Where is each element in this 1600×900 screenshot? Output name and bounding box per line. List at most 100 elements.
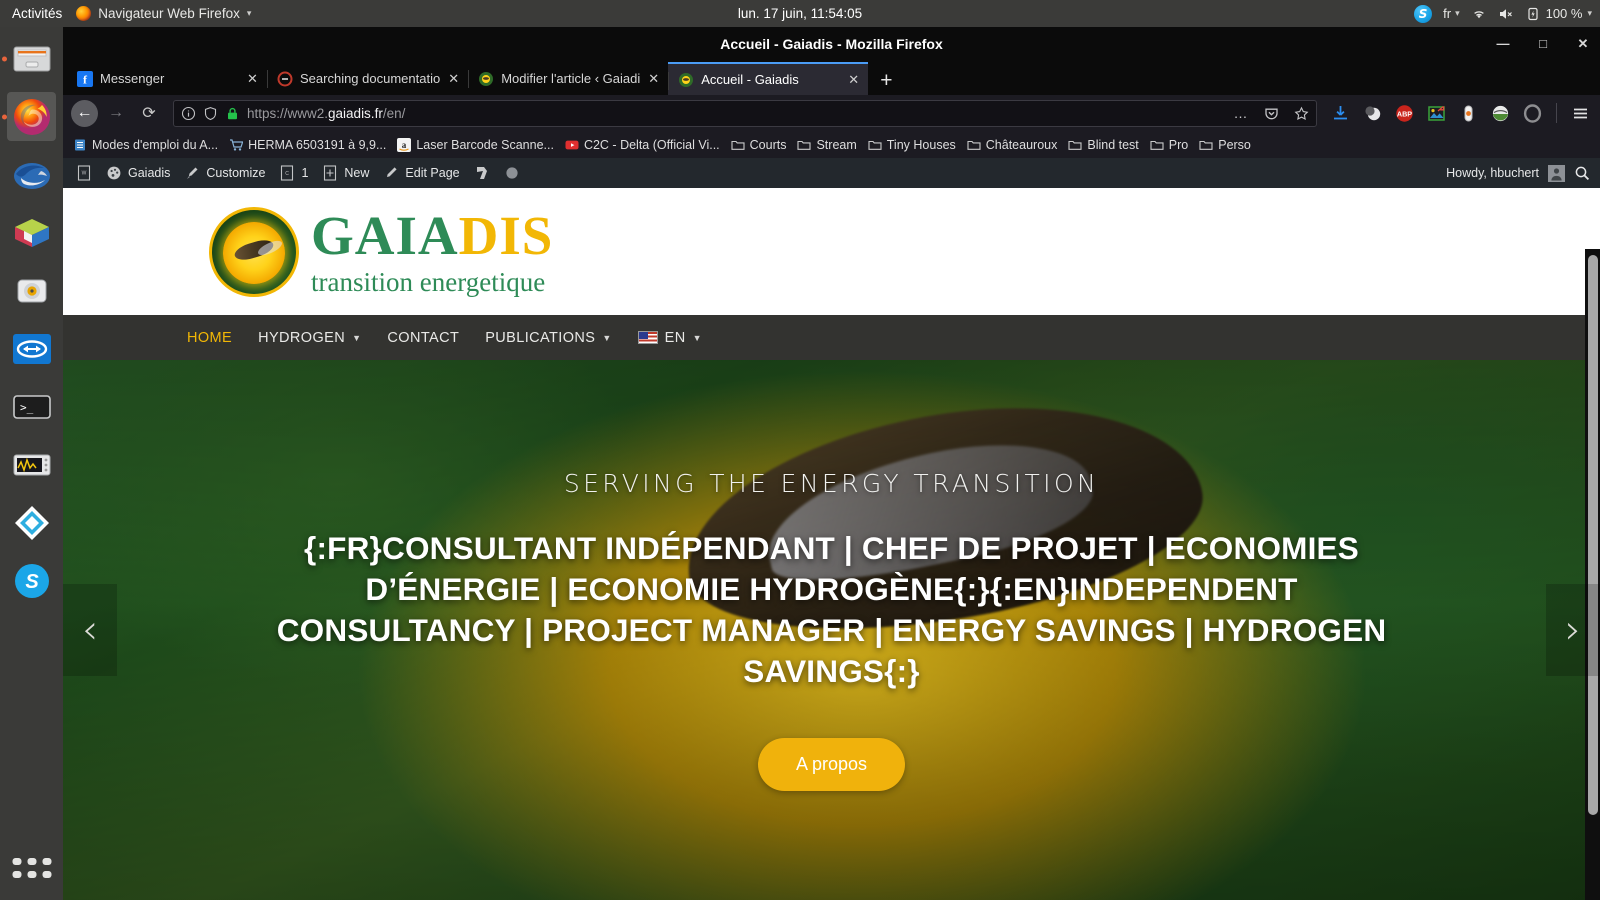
site-logo[interactable]: GAIADIS transition energetique [209,205,553,297]
wp-customize[interactable]: Customize [184,165,265,181]
show-applications-button[interactable] [12,858,51,878]
green-sphere-icon[interactable] [1491,104,1510,123]
shield-icon[interactable] [203,106,218,121]
url-bar[interactable]: https://www2.gaiadis.fr/en/ … [173,99,1317,127]
skype-tray-icon[interactable]: S [1414,4,1433,23]
bookmark-folder-tiny-houses[interactable]: Tiny Houses [868,138,956,152]
maximize-button[interactable]: □ [1536,37,1550,50]
opera-o-icon[interactable] [1523,103,1542,123]
bookmark-folder-pro[interactable]: Pro [1150,138,1188,152]
new-tab-button[interactable]: + [868,70,904,95]
nav-item-home[interactable]: HOME [187,330,232,346]
close-icon[interactable]: ✕ [246,71,259,87]
screenshot-icon[interactable] [1427,104,1446,123]
bookmark-herma[interactable]: HERMA 6503191 à 9,9... [229,138,386,152]
clock[interactable]: lun. 17 juin, 11:54:05 [738,6,862,21]
adblock-plus-icon[interactable]: ABP [1395,104,1414,123]
search-icon[interactable] [1574,165,1590,181]
activities-button[interactable]: Activités [0,6,76,21]
dock-item-system-monitor[interactable] [7,440,56,489]
app-menu-button[interactable]: Navigateur Web Firefox ▾ [76,6,251,21]
bookmark-c2c-delta[interactable]: C2C - Delta (Official Vi... [565,138,720,152]
keyboard-layout-indicator[interactable]: fr ▾ [1443,6,1459,21]
dock-item-skype[interactable]: S [7,556,56,605]
minimize-button[interactable]: — [1496,37,1510,50]
window-title: Accueil - Gaiadis - Mozilla Firefox [720,35,943,52]
bookmark-label: C2C - Delta (Official Vi... [583,137,720,152]
slider-next-button[interactable]: › [1546,584,1600,676]
avatar[interactable] [1548,164,1565,182]
svg-text:C: C [286,171,290,177]
page-actions-button[interactable]: … [1234,105,1250,121]
forward-button[interactable]: → [101,99,131,127]
chevron-down-icon: ▾ [1455,8,1460,18]
close-button[interactable]: ✕ [1576,37,1590,50]
close-icon[interactable]: ✕ [847,72,860,88]
window-titlebar: Accueil - Gaiadis - Mozilla Firefox — □ … [63,27,1600,60]
bookmark-folder-courts[interactable]: Courts [731,138,786,152]
dock-item-audio-recorder[interactable] [7,266,56,315]
nav-item-publications[interactable]: PUBLICATIONS ▼ [485,330,611,346]
close-icon[interactable]: ✕ [447,71,460,87]
grid-dot [12,871,21,878]
tab-label: Messenger [100,71,165,86]
dock-item-teamviewer[interactable] [7,324,56,373]
dock-item-thunderbird[interactable] [7,150,56,199]
folder-icon [967,140,981,150]
system-monitor-icon [13,454,50,475]
yoast-seo-icon[interactable] [474,165,490,181]
battery-indicator[interactable]: 100 % ▾ [1525,6,1592,21]
circle-icon[interactable] [504,165,520,181]
navigation-toolbar: ← → ⟳ https://www2.gaiadis.fr/en/ … ABP [63,95,1600,131]
dock-item-terminal[interactable]: >_ [7,382,56,431]
wordpress-icon[interactable]: W [76,165,92,181]
tab-modifier-article[interactable]: Modifier l'article ‹ Gaiadi ✕ [468,62,668,95]
back-button[interactable]: ← [71,99,98,127]
site-navigation: HOME HYDROGEN ▼ CONTACT PUBLICATIONS ▼ E… [63,315,1600,360]
bookmark-label: Pro [1168,137,1189,152]
wp-edit-page[interactable]: Edit Page [383,165,460,181]
svg-text:a: a [402,140,407,150]
nav-item-hydrogen[interactable]: HYDROGEN ▼ [258,330,361,346]
bookmark-folder-blind-test[interactable]: Blind test [1068,138,1139,152]
wp-new[interactable]: New [322,165,369,181]
wp-comments[interactable]: C 1 [279,165,308,181]
bookmark-laser-barcode[interactable]: a Laser Barcode Scanne... [397,137,554,152]
comment-icon: C [281,165,294,181]
svg-text:>_: >_ [20,401,34,414]
reload-button[interactable]: ⟳ [134,99,164,127]
dock-item-kodi[interactable] [7,498,56,547]
bookmarks-toolbar: Modes d'emploi du A... HERMA 6503191 à 9… [63,131,1600,158]
pill-extension-icon[interactable] [1459,104,1478,123]
wp-greeting[interactable]: Howdy, hbuchert [1446,166,1539,180]
close-icon[interactable]: ✕ [647,71,660,87]
wp-site-name[interactable]: Gaiadis [106,165,170,181]
bookmark-modes-demploi[interactable]: Modes d'emploi du A... [73,138,218,152]
dock-item-blender[interactable] [7,208,56,257]
toolbar-separator [1556,103,1557,123]
ublock-icon[interactable] [1363,104,1382,123]
folder-icon [1199,140,1213,150]
tab-messenger[interactable]: f Messenger ✕ [67,62,267,95]
nav-item-contact[interactable]: CONTACT [387,330,459,346]
download-icon[interactable] [1331,104,1350,123]
info-icon[interactable] [181,106,196,121]
hamburger-menu-icon[interactable] [1571,104,1590,123]
nav-item-language-en[interactable]: EN ▼ [637,330,702,346]
lock-icon[interactable] [225,106,240,121]
tab-searching-documentation[interactable]: Searching documentatio ✕ [267,62,468,95]
palette-icon [107,166,121,180]
hero-cta-button[interactable]: A propos [757,737,906,791]
bookmark-folder-stream[interactable]: Stream [797,138,857,152]
logo-wordmark: GAIADIS [311,205,553,266]
bookmark-folder-chateauroux[interactable]: Châteauroux [967,138,1057,152]
tab-accueil-gaiadis[interactable]: Accueil - Gaiadis ✕ [668,62,869,95]
folder-icon [1068,140,1082,150]
bookmark-folder-perso[interactable]: Perso [1199,138,1251,152]
pocket-icon[interactable] [1264,106,1279,121]
bookmark-star-icon[interactable] [1294,106,1309,121]
slider-prev-button[interactable]: ‹ [63,584,117,676]
dock-item-files[interactable] [7,34,56,83]
skype-icon: S [14,563,49,598]
dock-item-firefox[interactable] [7,92,56,141]
